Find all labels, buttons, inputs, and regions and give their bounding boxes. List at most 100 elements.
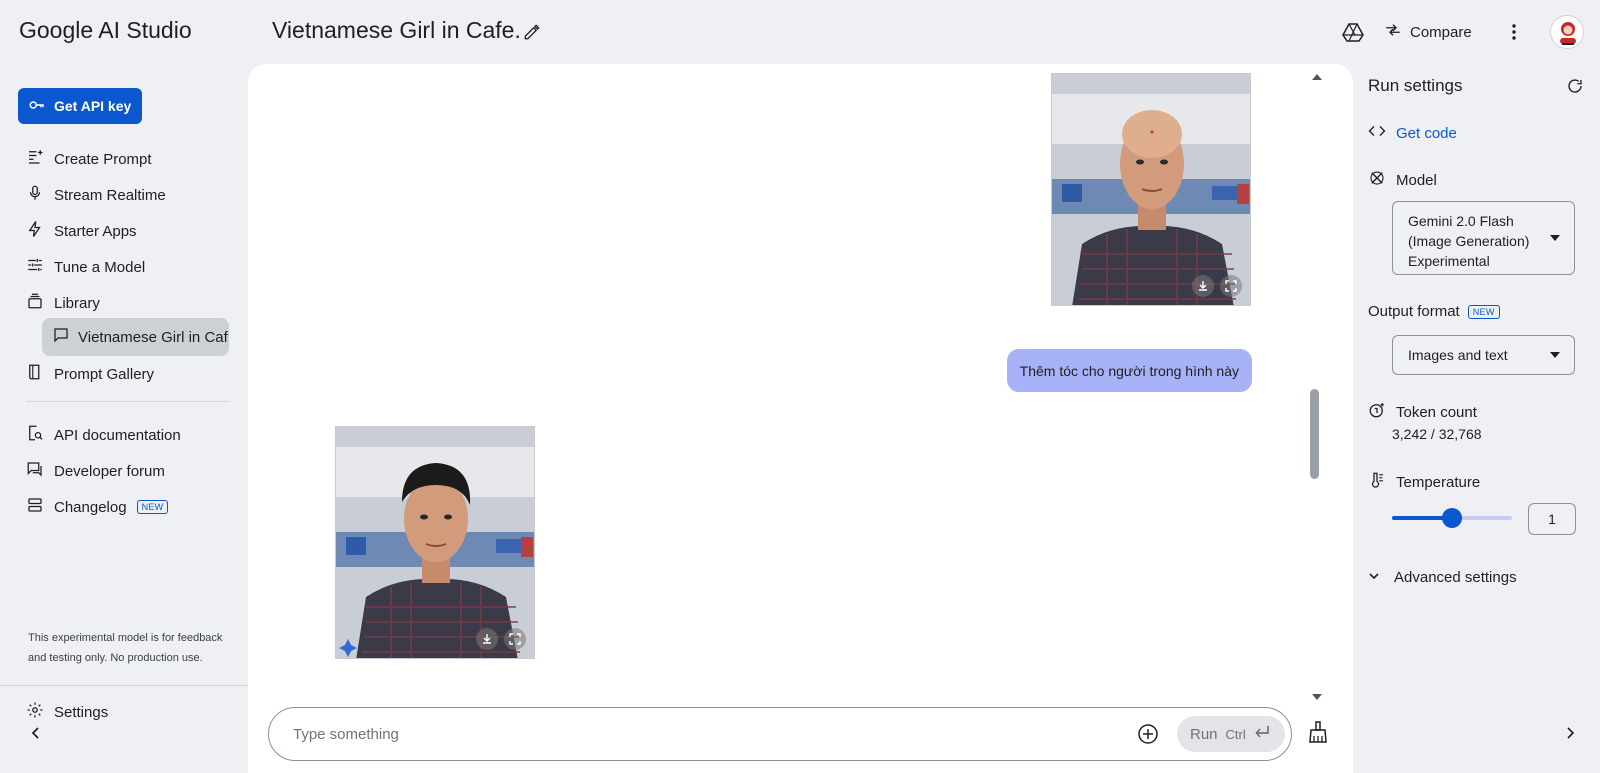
output-format-label: Output format [1368,303,1460,320]
more-vert-icon[interactable] [1504,22,1524,42]
output-format-label-row: Output format NEW [1368,303,1500,320]
run-shortcut: Ctrl [1225,726,1246,742]
scroll-down-arrow[interactable] [1312,694,1322,700]
key-icon [28,96,46,117]
doc-search-icon [26,424,44,446]
sidebar-item-label: Changelog [54,498,127,516]
page-title: Vietnamese Girl in Cafe. [272,17,521,43]
sidebar-item-label: Prompt Gallery [54,365,155,383]
library-icon [26,292,44,314]
chevron-right-icon[interactable] [1563,726,1577,740]
sidebar-item-label: Starter Apps [54,222,137,240]
run-settings-panel: Run settings Get code Model Gemini 2.0 F… [1353,64,1600,773]
sidebar-item-label: API documentation [54,426,181,444]
bolt-icon [26,220,44,242]
download-icon[interactable] [476,628,498,650]
chevron-down-icon [1368,569,1380,586]
edit-icon[interactable] [522,22,542,42]
token-icon [1368,401,1386,423]
clear-chat-icon[interactable] [1306,720,1330,744]
changelog-icon [26,496,44,518]
output-format-select[interactable]: Images and text [1392,335,1575,375]
sidebar-item-create-prompt[interactable]: Create Prompt [26,144,152,174]
sidebar-item-label: Settings [54,703,109,721]
mic-icon [26,184,44,206]
sidebar-item-developer-forum[interactable]: Developer forum [26,456,165,486]
model-select[interactable]: Gemini 2.0 Flash (Image Generation) Expe… [1392,201,1575,275]
download-icon[interactable] [1192,275,1214,297]
book-icon [26,363,44,385]
compare-button[interactable]: Compare [1384,18,1472,46]
token-count-label: Token count [1396,403,1477,421]
temperature-label-row: Temperature [1368,471,1480,493]
chevron-down-icon [1550,235,1560,241]
temperature-slider[interactable] [1392,508,1512,528]
chevron-down-icon [1550,352,1560,358]
sidebar-item-tune-a-model[interactable]: Tune a Model [26,252,145,282]
run-settings-title: Run settings [1368,76,1463,95]
sidebar-divider [26,401,229,402]
model-value-line: Gemini 2.0 Flash [1408,213,1514,229]
prompt-input-bar: Run Ctrl [268,707,1292,761]
forum-icon [26,460,44,482]
avatar[interactable] [1550,15,1584,49]
output-format-value: Images and text [1408,347,1508,363]
tune-icon [26,256,44,278]
scrollbar-thumb[interactable] [1310,389,1319,479]
drive-icon[interactable] [1341,20,1365,44]
get-code-label: Get code [1396,124,1457,142]
get-api-key-label: Get API key [54,98,132,114]
new-badge: NEW [1467,304,1500,319]
run-label: Run [1190,725,1218,743]
compare-label: Compare [1410,23,1472,41]
user-uploaded-image[interactable] [1051,73,1251,306]
prompt-input[interactable] [293,723,1113,745]
model-value-line: (Image Generation) [1408,233,1530,249]
sidebar-item-api-documentation[interactable]: API documentation [26,420,181,450]
temperature-input[interactable]: 1 [1528,503,1576,535]
thermometer-icon [1368,471,1386,493]
sidebar-item-label: Developer forum [54,462,165,480]
run-button[interactable]: Run Ctrl [1177,716,1285,752]
user-message-bubble: Thêm tóc cho người trong hình này [1006,349,1252,392]
sidebar-item-settings[interactable]: Settings [26,697,108,727]
new-badge: NEW [136,500,169,514]
chat-panel: Thêm tóc cho người trong hình này Type s… [248,64,1353,773]
model-label: Model [1396,171,1437,189]
sidebar-item-label: Vietnamese Girl in Caf... [78,328,229,346]
sidebar-item-prompt-gallery[interactable]: Prompt Gallery [26,359,154,389]
sidebar-item-starter-apps[interactable]: Starter Apps [26,216,137,246]
sidebar-divider [0,685,248,686]
sidebar-item-library[interactable]: Library [26,288,100,318]
token-count-label-row: Token count [1368,401,1477,423]
sidebar-item-changelog[interactable]: Changelog NEW [26,492,169,522]
scroll-up-arrow[interactable] [1312,74,1322,80]
collapse-sidebar-icon[interactable] [28,725,44,741]
temperature-slider-thumb[interactable] [1442,508,1462,528]
app-brand[interactable]: Google AI Studio [19,17,192,44]
get-api-key-button[interactable]: Get API key [18,88,142,124]
code-icon [1368,122,1386,144]
add-media-icon[interactable] [1137,723,1159,745]
sidebar: Get API key Create Prompt Stream Realtim… [0,64,248,773]
model-generated-image[interactable] [335,426,535,659]
get-code-link[interactable]: Get code [1368,122,1457,144]
temperature-label: Temperature [1396,473,1481,491]
experimental-note: This experimental model is for feedback … [28,632,223,664]
token-count-value: 3,242 / 32,768 [1392,426,1482,442]
advanced-settings-toggle[interactable]: Advanced settings [1368,569,1517,586]
create-prompt-icon [26,148,44,170]
model-label-row: Model [1368,169,1437,191]
sidebar-item-label: Create Prompt [54,150,152,168]
reset-icon[interactable] [1566,77,1584,95]
fullscreen-icon[interactable] [1220,275,1242,297]
model-value-line: Experimental [1408,253,1490,269]
sidebar-item-label: Tune a Model [54,258,146,276]
fullscreen-icon[interactable] [504,628,526,650]
sidebar-item-label: Stream Realtime [54,186,166,204]
sidebar-item-stream-realtime[interactable]: Stream Realtime [26,180,166,210]
enter-key-icon [1254,725,1270,743]
app-header: Google AI Studio Vietnamese Girl in Cafe… [0,0,1600,64]
model-icon [1368,169,1386,191]
sidebar-item-active-prompt[interactable]: Vietnamese Girl in Caf... [42,318,229,356]
